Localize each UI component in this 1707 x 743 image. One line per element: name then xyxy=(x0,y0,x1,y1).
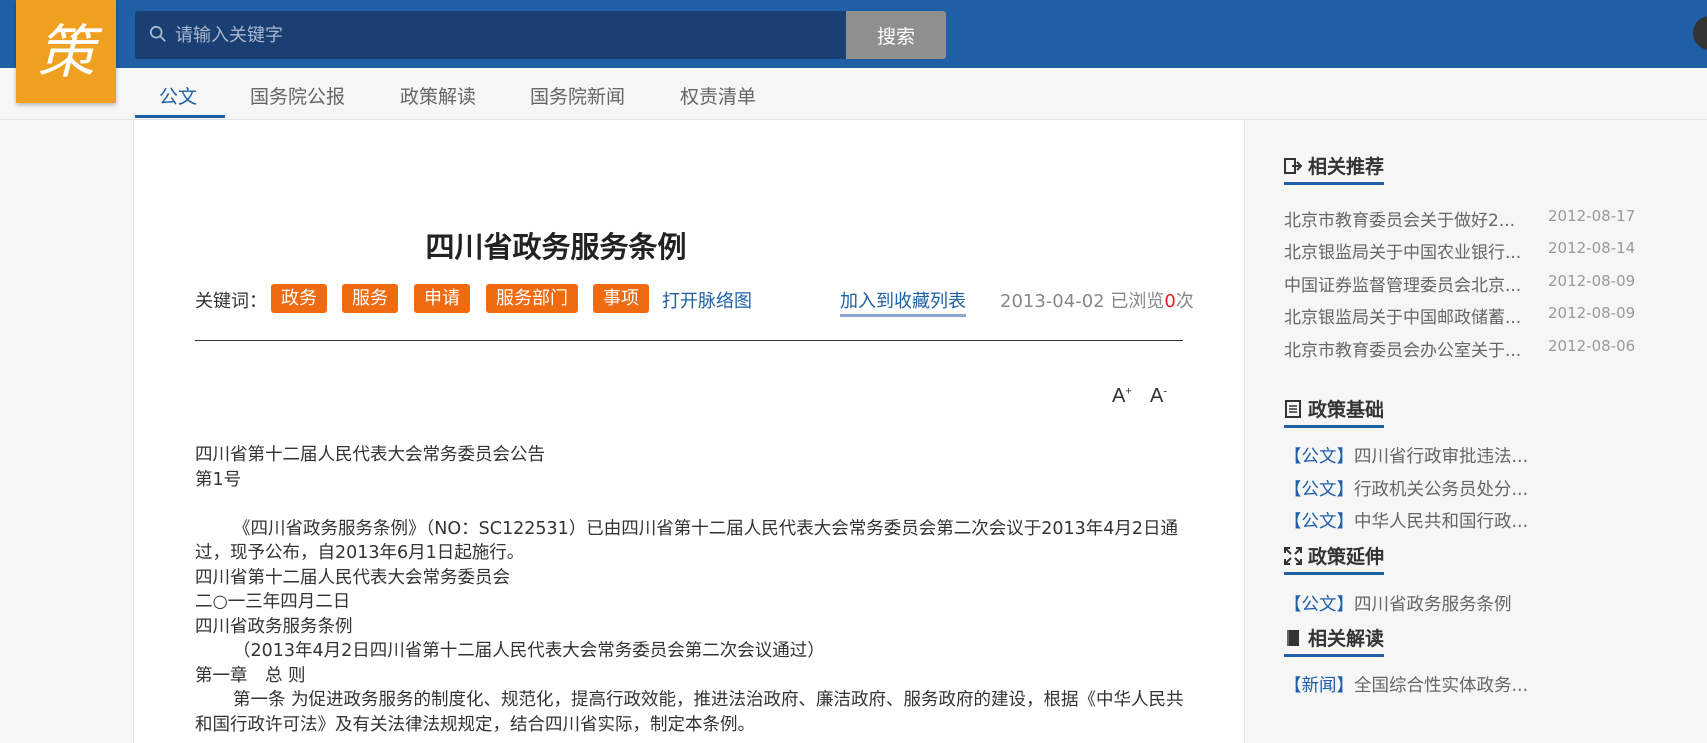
open-graph-link[interactable]: 打开脉络图 xyxy=(662,287,752,313)
basis-item[interactable]: 【公文】中华人民共和国行政... xyxy=(1284,508,1528,533)
recommend-date: 2012-08-09 xyxy=(1548,304,1636,322)
item-tag: 【公文】 xyxy=(1284,447,1354,467)
body-line: （2013年4月2日四川省第十二届人民代表大会常务委员会第二次会议通过） xyxy=(233,641,825,661)
interpret-title: 相关解读 xyxy=(1308,628,1385,650)
body-line: 和国行政许可法》及有关法律法规规定，结合四川省实际，制定本条例。 xyxy=(195,714,755,735)
recommend-date: 2012-08-17 xyxy=(1548,207,1636,225)
views-prefix: 已浏览 xyxy=(1110,291,1165,312)
basis-heading: 政策基础 xyxy=(1284,395,1385,428)
divider xyxy=(195,340,1183,341)
body-line: 过，现予公布，自2013年6月1日起施行。 xyxy=(195,543,525,563)
keyword-tag[interactable]: 服务部门 xyxy=(486,284,578,313)
recommend-heading: 相关推荐 xyxy=(1284,152,1385,185)
font-increase-button[interactable]: A+ xyxy=(1112,385,1132,408)
publish-date: 2013-04-02 xyxy=(1000,291,1105,312)
keyword-tag[interactable]: 服务 xyxy=(342,284,398,313)
body-line: 《四川省政务服务条例》（NO：SC122531）已由四川省第十二届人民代表大会常… xyxy=(233,518,1179,539)
keyword-tag[interactable]: 事项 xyxy=(593,284,649,313)
body-line: 二○一三年四月二日 xyxy=(195,592,351,612)
interpret-heading: 相关解读 xyxy=(1284,624,1385,657)
top-bar: 搜索 xyxy=(0,0,1707,68)
body-line: 四川省政务服务条例 xyxy=(195,616,353,637)
item-title: 行政机关公务员处分... xyxy=(1354,480,1529,500)
body-line: 第一条 为促进政务服务的制度化、规范化，提高行政效能，推进法治政府、廉洁政府、服… xyxy=(233,690,1184,710)
logo-mark: 策 xyxy=(36,17,95,86)
item-title: 中华人民共和国行政... xyxy=(1354,512,1529,532)
views-count: 0 xyxy=(1164,291,1176,312)
basis-item[interactable]: 【公文】四川省行政审批违法... xyxy=(1284,443,1528,468)
tab-policy-interpretation[interactable]: 政策解读 xyxy=(400,82,476,109)
active-tab-indicator xyxy=(135,115,225,118)
search-input[interactable] xyxy=(175,11,835,59)
recommend-title: 相关推荐 xyxy=(1308,156,1385,178)
article-body: 四川省第十二届人民代表大会常务委员会公告 第1号 《四川省政务服务条例》（NO：… xyxy=(195,443,1184,737)
item-title: 全国综合性实体政务... xyxy=(1354,676,1529,696)
document-icon xyxy=(1285,399,1301,418)
item-tag: 【公文】 xyxy=(1284,595,1354,615)
body-line: 四川省第十二届人民代表大会常务委员会 xyxy=(195,567,510,588)
recommend-item[interactable]: 北京市教育委员会办公室关于... xyxy=(1284,336,1521,361)
item-tag: 【公文】 xyxy=(1284,512,1354,532)
basis-title: 政策基础 xyxy=(1308,399,1385,421)
logo[interactable]: 策 xyxy=(16,0,116,103)
tab-power-list[interactable]: 权责清单 xyxy=(680,82,756,109)
date-views: 2013-04-02 已浏览0次 xyxy=(1000,287,1194,313)
keyword-tag[interactable]: 申请 xyxy=(414,284,470,313)
expand-icon xyxy=(1284,546,1302,565)
tab-gongwen[interactable]: 公文 xyxy=(159,82,197,109)
tab-state-council-gazette[interactable]: 国务院公报 xyxy=(250,82,345,109)
recommend-date: 2012-08-14 xyxy=(1548,239,1636,257)
item-title: 四川省行政审批违法... xyxy=(1354,447,1529,467)
recommend-date: 2012-08-06 xyxy=(1548,337,1636,355)
font-decrease-button[interactable]: A- xyxy=(1150,385,1167,408)
search-button[interactable]: 搜索 xyxy=(846,11,946,59)
body-line: 第一章 总 则 xyxy=(195,665,306,686)
recommend-item[interactable]: 北京市教育委员会关于做好2... xyxy=(1284,206,1515,231)
search-icon xyxy=(149,25,166,42)
keywords-label: 关键词： xyxy=(195,291,267,312)
interpret-item[interactable]: 【新闻】全国综合性实体政务... xyxy=(1284,672,1528,697)
book-icon xyxy=(1287,629,1299,646)
add-favorite-link[interactable]: 加入到收藏列表 xyxy=(840,287,966,317)
views-suffix: 次 xyxy=(1175,291,1194,312)
extension-title: 政策延伸 xyxy=(1308,546,1385,568)
item-tag: 【公文】 xyxy=(1284,480,1354,500)
nav-bar: 公文 国务院公报 政策解读 国务院新闻 权责清单 xyxy=(0,68,1707,120)
item-tag: 【新闻】 xyxy=(1284,676,1354,696)
keyword-tag[interactable]: 政务 xyxy=(271,284,327,313)
recommend-date: 2012-08-09 xyxy=(1548,272,1636,290)
basis-item[interactable]: 【公文】行政机关公务员处分... xyxy=(1284,476,1528,501)
body-line xyxy=(195,492,1183,517)
recommend-item[interactable]: 中国证券监督管理委员会北京... xyxy=(1284,271,1521,296)
recommend-item[interactable]: 北京银监局关于中国农业银行... xyxy=(1284,238,1521,263)
body-line: 四川省第十二届人民代表大会常务委员会公告 xyxy=(195,445,545,465)
extension-item[interactable]: 【公文】四川省政务服务条例 xyxy=(1284,591,1512,616)
share-icon xyxy=(1284,157,1302,174)
recommend-item[interactable]: 北京银监局关于中国邮政储蓄... xyxy=(1284,303,1521,328)
tab-state-council-news[interactable]: 国务院新闻 xyxy=(530,82,625,109)
body-line: 第1号 xyxy=(195,469,242,490)
item-title: 四川省政务服务条例 xyxy=(1354,595,1512,615)
extension-heading: 政策延伸 xyxy=(1284,542,1385,575)
page-title: 四川省政务服务条例 xyxy=(425,230,687,264)
search-box xyxy=(135,11,847,59)
avatar[interactable] xyxy=(1693,16,1707,50)
